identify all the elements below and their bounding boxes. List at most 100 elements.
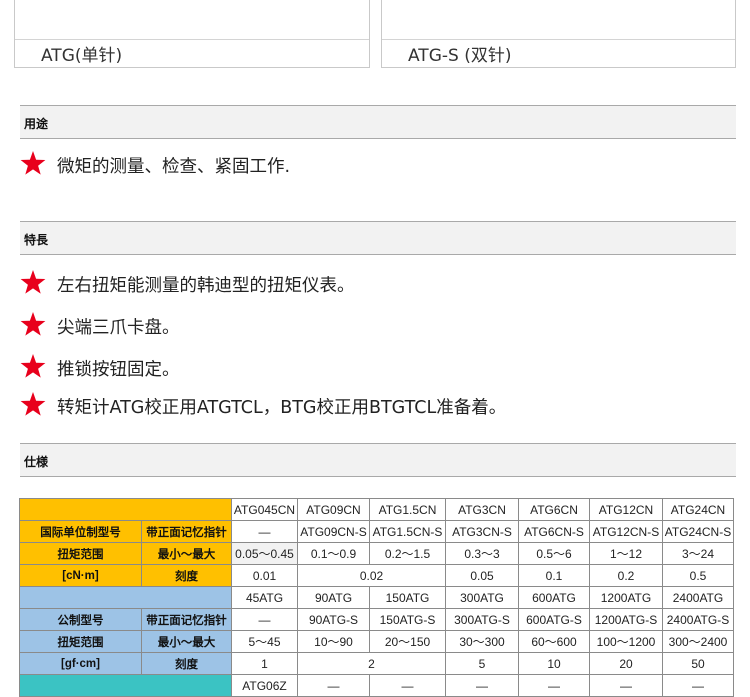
range-cell: 30～300: [445, 630, 519, 653]
table-row: 公制型号 带正面记忆指针 — 90ATG-S 150ATG-S 300ATG-S…: [19, 608, 734, 631]
range-cell: 10～90: [297, 630, 370, 653]
label-cell: 刻度: [141, 652, 232, 675]
spec-table: ATG045CN ATG09CN ATG1.5CN ATG3CN ATG6CN …: [19, 498, 734, 697]
memory-cell: 300ATG-S: [445, 608, 519, 631]
memory-cell: ATG1.5CN-S: [369, 520, 446, 543]
range-cell: 0.1～0.9: [297, 542, 370, 565]
grad-cell: 20: [589, 652, 663, 675]
model-cell: 150ATG: [369, 586, 446, 609]
memory-cell: 150ATG-S: [369, 608, 446, 631]
section-header-features: 特長: [20, 221, 736, 255]
table-row: 45ATG 90ATG 150ATG 300ATG 600ATG 1200ATG…: [19, 586, 734, 609]
memory-cell: —: [231, 520, 298, 543]
table-row: [gf·cm] 刻度 1 2 5 10 20 50: [19, 652, 734, 675]
caption-divider: [15, 39, 369, 40]
grad-cell: 50: [662, 652, 734, 675]
caption-single-needle: ATG(单针): [41, 46, 123, 66]
star-icon: [20, 270, 46, 294]
range-cell: 5～45: [231, 630, 298, 653]
memory-cell: ATG12CN-S: [589, 520, 663, 543]
grad-cell: 0.1: [518, 564, 590, 587]
caption-double-needle: ATG-S (双针): [408, 46, 512, 66]
star-icon: [20, 392, 46, 416]
model-cell: 600ATG: [518, 586, 590, 609]
memory-cell: 1200ATG-S: [589, 608, 663, 631]
memory-cell: ATG09CN-S: [297, 520, 370, 543]
grad-cell: 2: [297, 652, 446, 675]
range-cell: 100～1200: [589, 630, 663, 653]
label-cell: 最小～最大: [141, 630, 232, 653]
caption-box-double-needle: ATG-S (双针): [381, 0, 736, 68]
memory-cell: ATG24CN-S: [662, 520, 734, 543]
grad-cell: 0.2: [589, 564, 663, 587]
grad-cell: 10: [518, 652, 590, 675]
model-cell: ATG12CN: [589, 498, 663, 521]
model-cell: ATG24CN: [662, 498, 734, 521]
label-cell: [cN·m]: [19, 564, 142, 587]
model-cell: 300ATG: [445, 586, 519, 609]
label-cell: 带正面记忆指针: [141, 608, 232, 631]
memory-cell: 90ATG-S: [297, 608, 370, 631]
star-icon: [20, 354, 46, 378]
model-cell: 2400ATG: [662, 586, 734, 609]
memory-cell: 600ATG-S: [518, 608, 590, 631]
grad-cell: 0.02: [297, 564, 446, 587]
table-cell: [19, 586, 232, 609]
model-cell: ATG06Z: [231, 674, 298, 697]
memory-cell: ATG3CN-S: [445, 520, 519, 543]
section-title-usage: 用途: [24, 117, 49, 131]
star-icon: [20, 312, 46, 336]
model-cell: ATG1.5CN: [369, 498, 446, 521]
feature-text: 转矩计ATG校正用ATGTCL，BTG校正用BTGTCL准备着。: [57, 398, 507, 418]
model-cell: ATG3CN: [445, 498, 519, 521]
grad-cell: 1: [231, 652, 298, 675]
model-cell: —: [589, 674, 663, 697]
range-cell: 0.05～0.45: [231, 542, 298, 565]
model-cell: 90ATG: [297, 586, 370, 609]
range-cell: 0.3～3: [445, 542, 519, 565]
grad-cell: 5: [445, 652, 519, 675]
range-cell: 3～24: [662, 542, 734, 565]
range-cell: 300～2400: [662, 630, 734, 653]
table-row: 扭矩范围 最小～最大 5～45 10～90 20～150 30～300 60～6…: [19, 630, 734, 653]
feature-text: 尖端三爪卡盘。: [57, 318, 180, 338]
table-row: ATG06Z — — — — — —: [19, 674, 734, 697]
model-cell: ATG6CN: [518, 498, 590, 521]
label-cell: 最小～最大: [141, 542, 232, 565]
label-cell: 刻度: [141, 564, 232, 587]
table-cell: [19, 674, 232, 697]
usage-text: 微矩的测量、检查、紧固工作.: [57, 157, 291, 177]
section-title-features: 特長: [24, 233, 49, 247]
label-cell: 带正面记忆指针: [141, 520, 232, 543]
model-cell: ATG09CN: [297, 498, 370, 521]
table-row: ATG045CN ATG09CN ATG1.5CN ATG3CN ATG6CN …: [19, 498, 734, 521]
grad-cell: 0.5: [662, 564, 734, 587]
model-cell: 1200ATG: [589, 586, 663, 609]
grad-cell: 0.05: [445, 564, 519, 587]
table-cell: [19, 498, 232, 521]
label-cell: 国际单位制型号: [19, 520, 142, 543]
range-cell: 60～600: [518, 630, 590, 653]
table-row: 扭矩范围 最小～最大 0.05～0.45 0.1～0.9 0.2～1.5 0.3…: [19, 542, 734, 565]
caption-box-single-needle: ATG(单针): [14, 0, 370, 68]
table-row: 国际单位制型号 带正面记忆指针 — ATG09CN-S ATG1.5CN-S A…: [19, 520, 734, 543]
memory-cell: —: [231, 608, 298, 631]
label-cell: 扭矩范围: [19, 542, 142, 565]
section-title-spec: 仕様: [24, 455, 49, 469]
range-cell: 0.2～1.5: [369, 542, 446, 565]
model-cell: —: [662, 674, 734, 697]
model-cell: —: [518, 674, 590, 697]
model-cell: 45ATG: [231, 586, 298, 609]
model-cell: ATG045CN: [231, 498, 298, 521]
range-cell: 0.5～6: [518, 542, 590, 565]
section-header-usage: 用途: [20, 105, 736, 139]
star-icon: [20, 151, 46, 175]
memory-cell: ATG6CN-S: [518, 520, 590, 543]
label-cell: 公制型号: [19, 608, 142, 631]
model-cell: —: [369, 674, 446, 697]
caption-divider: [382, 39, 735, 40]
model-cell: —: [297, 674, 370, 697]
range-cell: 1～12: [589, 542, 663, 565]
section-header-spec: 仕様: [20, 443, 736, 477]
grad-cell: 0.01: [231, 564, 298, 587]
